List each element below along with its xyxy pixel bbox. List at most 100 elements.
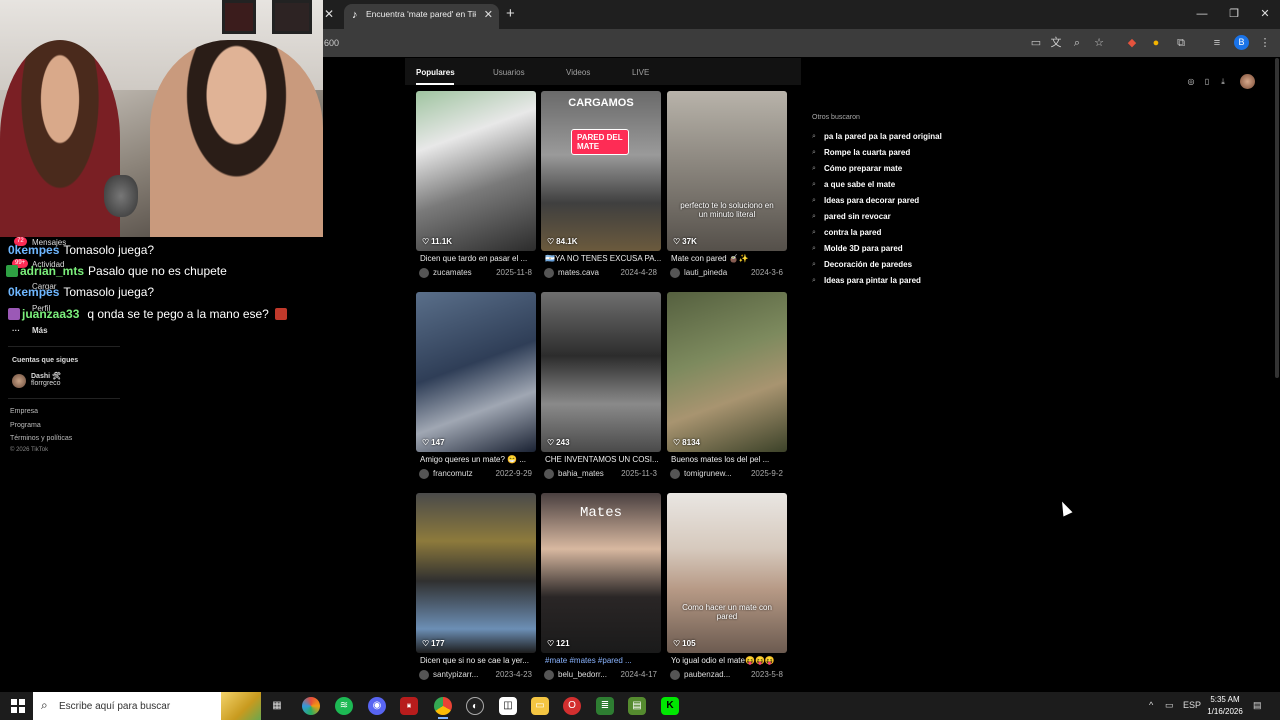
app-red-icon[interactable]: ▣	[400, 697, 418, 715]
video-author[interactable]: zucamates	[433, 268, 497, 277]
chat-username: juanzaa33	[22, 307, 80, 321]
windows-taskbar: ⌕ Escribe aquí para buscar ▦ ≋ ◉ ▣ ◐ ◫ ▭…	[0, 692, 1280, 720]
video-author[interactable]: santypizarr...	[433, 670, 497, 679]
video-meta: tomigrunew... 2025-9-2	[667, 468, 787, 480]
task-view-icon[interactable]: ▦	[268, 697, 286, 715]
app-camera-icon[interactable]: ◫	[499, 697, 517, 715]
extension-fox-icon[interactable]: ◆	[1124, 35, 1140, 51]
heart-icon: ♡	[422, 237, 430, 246]
author-avatar[interactable]	[419, 268, 429, 278]
taskbar-clock-time[interactable]: 5:35 AM	[1205, 695, 1245, 704]
download-icon[interactable]: ⤓	[1217, 76, 1229, 88]
taskbar-search[interactable]: ⌕ Escribe aquí para buscar	[33, 692, 261, 720]
browser-menu-icon[interactable]: ⋮	[1257, 35, 1273, 51]
following-name[interactable]: Dashi 🛠	[31, 372, 61, 380]
network-icon[interactable]: ▭	[1165, 700, 1174, 711]
spotify-icon[interactable]: ≋	[335, 697, 353, 715]
footer-program[interactable]: Programa	[10, 422, 41, 429]
cast-icon[interactable]: ▭	[1028, 35, 1044, 51]
author-avatar[interactable]	[544, 469, 554, 479]
window-close-button[interactable]: ✕	[1250, 4, 1280, 24]
kick-icon[interactable]: K	[661, 697, 679, 715]
compass-icon[interactable]: ◎	[1185, 76, 1197, 88]
video-thumbnail[interactable]: ♡ 8134	[667, 292, 787, 452]
app-stack-icon[interactable]: ≣	[596, 697, 614, 715]
translate-icon[interactable]: 文	[1048, 35, 1064, 51]
video-caption[interactable]: Dicen que si no se cae la yer...	[420, 656, 538, 665]
window-restore-button[interactable]: ❐	[1219, 4, 1249, 24]
tiktok-profile-avatar[interactable]	[1240, 74, 1255, 89]
author-avatar[interactable]	[544, 670, 554, 680]
tab-populares[interactable]: Populares	[416, 68, 455, 77]
video-thumbnail[interactable]: CARGAMOS PARED DEL MATE ♡ 84.1K	[541, 91, 661, 251]
media-controls-icon[interactable]: ≡	[1209, 35, 1225, 51]
page-scrollbar[interactable]	[1275, 58, 1279, 378]
window-minimize-button[interactable]: —	[1187, 4, 1217, 24]
device-icon[interactable]: ▯	[1201, 76, 1213, 88]
zoom-icon[interactable]: ⌕	[1069, 35, 1085, 51]
nav-more[interactable]: Más	[32, 326, 48, 335]
extension-color-icon[interactable]: ●	[1148, 35, 1164, 51]
video-thumbnail[interactable]: perfecto te lo soluciono en un minuto li…	[667, 91, 787, 251]
following-avatar[interactable]	[12, 374, 26, 388]
video-author[interactable]: tomigrunew...	[684, 469, 748, 478]
tray-chevron-icon[interactable]: ^	[1149, 700, 1153, 710]
video-author[interactable]: francomutz	[433, 469, 497, 478]
video-author[interactable]: paubenzad...	[684, 670, 748, 679]
chrome-icon[interactable]	[434, 697, 452, 719]
heart-icon: ♡	[547, 438, 555, 447]
video-meta: mates.cava 2024-4-28	[541, 267, 661, 279]
video-thumbnail[interactable]: ♡ 147	[416, 292, 536, 452]
author-avatar[interactable]	[544, 268, 554, 278]
address-bar[interactable]: 600	[323, 33, 1023, 53]
windows-start-icon[interactable]	[11, 699, 25, 713]
opera-icon[interactable]: O	[563, 697, 581, 715]
profile-avatar[interactable]: B	[1234, 35, 1249, 50]
video-thumbnail[interactable]: Mates ♡ 121	[541, 493, 661, 653]
author-avatar[interactable]	[670, 268, 680, 278]
footer-terms[interactable]: Términos y políticas	[10, 435, 72, 442]
author-avatar[interactable]	[419, 670, 429, 680]
taskbar-clock-date[interactable]: 1/16/2026	[1203, 707, 1247, 716]
bookmark-star-icon[interactable]: ☆	[1091, 35, 1107, 51]
extensions-puzzle-icon[interactable]: ⧉	[1173, 35, 1189, 51]
video-caption[interactable]: Buenos mates los del pel ...	[671, 455, 789, 464]
obs-icon[interactable]: ◐	[466, 697, 484, 715]
tiktok-favicon-icon: ♪	[352, 9, 358, 21]
file-explorer-icon[interactable]: ▭	[531, 697, 549, 715]
copilot-icon[interactable]	[302, 697, 320, 715]
video-caption[interactable]: Dicen que tardo en pasar el ...	[420, 254, 538, 263]
video-author[interactable]: bahia_mates	[558, 469, 622, 478]
author-avatar[interactable]	[670, 670, 680, 680]
video-thumbnail[interactable]: ♡ 11.1K	[416, 91, 536, 251]
tab-videos[interactable]: Videos	[566, 68, 590, 77]
notifications-icon[interactable]: ▤	[1253, 700, 1262, 711]
video-caption[interactable]: CHE INVENTAMOS UN COSI...	[545, 455, 663, 464]
discord-icon[interactable]: ◉	[368, 697, 386, 715]
video-author[interactable]: lauti_pineda	[684, 268, 748, 277]
browser-tab-active[interactable]: ♪ Encuentra 'mate pared' en TikTok ✕	[344, 4, 499, 29]
video-caption[interactable]: Amigo queres un mate? 😁 ...	[420, 455, 538, 464]
app-grid-icon[interactable]: ▤	[628, 697, 646, 715]
video-thumbnail[interactable]: ♡ 177	[416, 493, 536, 653]
video-caption[interactable]: Mate con pared 🧉✨	[671, 254, 789, 263]
video-caption[interactable]: #mate #mates #pared ...	[545, 656, 663, 665]
tab-usuarios[interactable]: Usuarios	[493, 68, 525, 77]
search-icon: ⌕	[812, 197, 816, 204]
new-tab-button[interactable]: +	[506, 5, 515, 22]
following-handle[interactable]: florrgreco	[31, 380, 61, 387]
close-tab-icon[interactable]: ✕	[321, 6, 337, 22]
video-thumbnail[interactable]: ♡ 243	[541, 292, 661, 452]
author-avatar[interactable]	[670, 469, 680, 479]
video-caption[interactable]: Yo igual odio el mate😝😝😝	[671, 656, 789, 665]
video-caption[interactable]: 🇦🇷YA NO TENES EXCUSA PA...	[545, 254, 663, 263]
author-avatar[interactable]	[419, 469, 429, 479]
video-author[interactable]: mates.cava	[558, 268, 622, 277]
video-author[interactable]: belu_bedorr...	[558, 670, 622, 679]
footer-company[interactable]: Empresa	[10, 408, 38, 415]
video-thumbnail[interactable]: Como hacer un mate con pared ♡ 105	[667, 493, 787, 653]
tab-live[interactable]: LIVE	[632, 68, 649, 77]
close-tab-icon[interactable]: ✕	[484, 8, 493, 21]
video-meta: belu_bedorr... 2024-4-17	[541, 669, 661, 681]
language-indicator[interactable]: ESP	[1183, 700, 1201, 710]
